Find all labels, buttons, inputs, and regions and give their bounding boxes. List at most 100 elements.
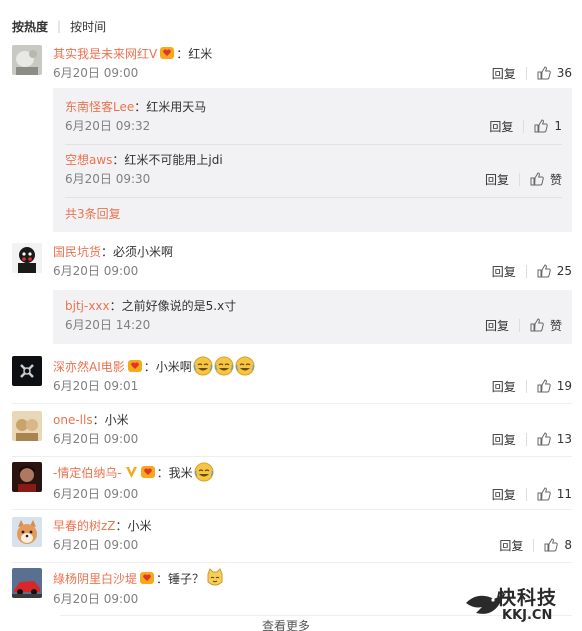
- thumbs-up-icon: [537, 264, 551, 278]
- thumbs-up-icon: [530, 318, 544, 332]
- reply-body: 空想aws：红米不可能用上jdi: [65, 151, 223, 169]
- avatar[interactable]: [12, 411, 42, 441]
- reply-button[interactable]: 回复: [492, 263, 516, 280]
- comment-text: ：必须小米啊: [101, 245, 174, 259]
- comment-time: 6月20日 09:00: [53, 432, 139, 446]
- comment-text: ：小米: [92, 413, 129, 427]
- avatar[interactable]: [12, 462, 42, 492]
- comment-item: 早春的树zZ：小米 6月20日 09:00 回复 8: [12, 517, 572, 563]
- username[interactable]: 其实我是未来网红V: [53, 47, 157, 61]
- like-label: 赞: [549, 318, 562, 333]
- reply-time: 6月20日 09:32: [65, 119, 151, 133]
- like-button[interactable]: 11: [537, 487, 572, 501]
- reply-button[interactable]: 回复: [492, 65, 516, 82]
- username[interactable]: one-lls: [53, 413, 93, 427]
- comment-time: 6月20日 09:00: [53, 487, 139, 501]
- comment-text: ：小米: [115, 519, 152, 533]
- vip-badge-icon[interactable]: [140, 465, 157, 484]
- like-button[interactable]: 1: [534, 119, 562, 133]
- action-divider: [533, 538, 535, 552]
- reply-button[interactable]: 回复: [499, 537, 523, 554]
- username[interactable]: 深亦然AI电影: [53, 360, 125, 374]
- reply-item: bjtj-xxx：之前好像说的是5.x寸 6月20日 14:20 回复 赞: [65, 297, 562, 337]
- avatar[interactable]: [12, 356, 42, 386]
- avatar[interactable]: [12, 517, 42, 547]
- comment-time: 6月20日 09:00: [53, 592, 139, 606]
- action-divider: [525, 264, 527, 278]
- like-count: 11: [556, 487, 572, 501]
- action-divider: [525, 379, 527, 393]
- action-divider: [518, 172, 520, 186]
- avatar[interactable]: [12, 568, 42, 598]
- comment-actions: 回复 19: [492, 377, 572, 395]
- comment-body: 綠杨阴里白沙堤 ：锤子？: [53, 568, 225, 586]
- action-divider: [525, 432, 527, 446]
- watermark-title: 快科技: [497, 587, 558, 609]
- reply-text: ：之前好像说的是5.x寸: [109, 299, 237, 313]
- tab-sort-hot[interactable]: 按热度: [12, 18, 48, 35]
- reply-button[interactable]: 回复: [492, 431, 516, 448]
- comment-time: 6月20日 09:00: [53, 66, 139, 80]
- vip-badge-icon[interactable]: [140, 571, 156, 590]
- reply-button[interactable]: 回复: [492, 378, 516, 395]
- site-watermark: 快科技 KKJ.CN: [464, 583, 574, 628]
- comment-body: -情定伯纳乌- ：我米: [53, 462, 214, 482]
- like-button[interactable]: 19: [537, 379, 572, 393]
- thumbs-up-icon: [537, 66, 551, 80]
- reply-time: 6月20日 14:20: [65, 318, 151, 332]
- username[interactable]: 綠杨阴里白沙堤: [53, 572, 137, 586]
- like-button[interactable]: 36: [537, 66, 572, 80]
- reply-button[interactable]: 回复: [492, 486, 516, 503]
- like-count: 1: [554, 119, 562, 133]
- like-button[interactable]: 25: [537, 264, 572, 278]
- username[interactable]: 东南怪客Lee: [65, 100, 134, 114]
- reply-box: 东南怪客Lee：红米用天马 6月20日 09:32 回复 1 空想aws：红米不…: [53, 88, 572, 232]
- reply-body: 东南怪客Lee：红米用天马: [65, 98, 206, 116]
- more-replies-link[interactable]: 共3条回复: [65, 205, 121, 222]
- username[interactable]: 早春的树zZ: [53, 519, 116, 533]
- like-count: 8: [564, 538, 572, 552]
- verified-v-icon[interactable]: [125, 465, 138, 484]
- username[interactable]: 空想aws: [65, 153, 112, 167]
- like-button[interactable]: 13: [537, 432, 572, 446]
- reply-actions: 回复 赞: [485, 316, 562, 334]
- comment-actions: 回复 25: [492, 262, 572, 280]
- reply-divider: [65, 197, 562, 198]
- comment-actions: 回复 13: [492, 430, 572, 448]
- like-button[interactable]: 赞: [530, 317, 562, 334]
- comment-actions: 回复 36: [492, 64, 572, 82]
- username[interactable]: -情定伯纳乌-: [53, 466, 122, 480]
- like-button[interactable]: 8: [544, 538, 572, 552]
- reply-button[interactable]: 回复: [485, 171, 509, 188]
- vip-badge-icon[interactable]: [127, 359, 144, 378]
- tab-sort-time[interactable]: 按时间: [70, 18, 106, 35]
- reply-button[interactable]: 回复: [485, 317, 509, 334]
- comment-item: -情定伯纳乌- ：我米 6月20日 09:00 回复 11: [12, 462, 572, 510]
- username[interactable]: 国民坑货: [53, 245, 101, 259]
- avatar[interactable]: [12, 45, 42, 75]
- comment-time: 6月20日 09:01: [53, 379, 139, 393]
- comment-actions: 回复 11: [492, 485, 572, 503]
- comment-time: 6月20日 09:00: [53, 538, 139, 552]
- comment-item: 深亦然AI电影 ：小米啊 6月20日 09:01 回复 19: [12, 356, 572, 404]
- avatar[interactable]: [12, 243, 42, 273]
- sort-tabs: 按热度 | 按时间: [12, 16, 106, 36]
- username[interactable]: bjtj-xxx: [65, 299, 110, 313]
- view-more-link[interactable]: 查看更多: [262, 620, 310, 631]
- watermark-url: KKJ.CN: [502, 608, 553, 623]
- comment-body: 深亦然AI电影 ：小米啊: [53, 356, 255, 376]
- action-divider: [523, 119, 525, 133]
- action-divider: [525, 487, 527, 501]
- cat-face-emoji-icon: [205, 568, 225, 588]
- reply-text: ：红米不可能用上jdi: [112, 153, 223, 167]
- reply-text: ：红米用天马: [134, 100, 207, 114]
- thumbs-up-icon: [537, 379, 551, 393]
- vip-badge-icon[interactable]: [160, 46, 176, 65]
- reply-button[interactable]: 回复: [489, 118, 513, 135]
- laugh-cry-emoji-icon: [194, 462, 214, 482]
- action-divider: [525, 66, 527, 80]
- thumbs-up-icon: [530, 172, 544, 186]
- like-button[interactable]: 赞: [530, 171, 562, 188]
- laugh-cry-emoji-icon: [214, 356, 234, 376]
- comment-text: ：红米: [176, 47, 213, 61]
